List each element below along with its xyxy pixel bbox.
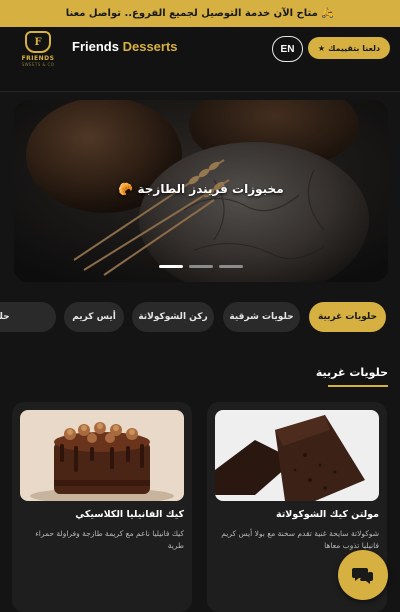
tab-eastern-sweets[interactable]: حلويات شرقية xyxy=(223,302,300,332)
announcement-text: متاح الآن خدمة التوصيل لجميع الفروع.. تو… xyxy=(65,8,318,19)
slider-dot[interactable] xyxy=(219,265,243,268)
rate-us-button[interactable]: دلعنا بتقييمك ★ xyxy=(308,37,390,59)
product-image xyxy=(20,410,184,501)
product-title: كيك الفانيليا الكلاسيكي xyxy=(75,509,184,520)
brand-name-part2: Desserts xyxy=(122,39,178,54)
tab-western-sweets[interactable]: حلويات غربية xyxy=(309,302,386,332)
croissant-icon: 🥐 xyxy=(118,182,134,196)
rate-us-label: دلعنا بتقييمك xyxy=(328,43,381,53)
logo-text: FRIENDS xyxy=(21,55,55,62)
product-image xyxy=(215,410,379,501)
language-toggle-button[interactable]: EN xyxy=(272,36,303,62)
slider-dot[interactable] xyxy=(189,265,213,268)
star-icon: ★ xyxy=(317,43,326,53)
motorcycle-icon: 🛵 xyxy=(321,8,335,19)
section-title: حلويات غربية xyxy=(315,366,388,379)
tab-ice-cream[interactable]: أيس كريم xyxy=(64,302,124,332)
site-header: F FRIENDS SWEETS & CO Friends Desserts E… xyxy=(0,27,400,92)
tab-sweets-more[interactable]: حلويات xyxy=(0,302,56,332)
announcement-bar: 🛵 متاح الآن خدمة التوصيل لجميع الفروع.. … xyxy=(0,0,400,27)
product-card[interactable]: كيك الفانيليا الكلاسيكي كيك فانيليا ناعم… xyxy=(12,402,192,612)
slider-dots xyxy=(14,265,388,268)
logo-subtext: SWEETS & CO xyxy=(21,62,55,67)
hero-title: مخبوزات فريندز الطازجة 🥐 xyxy=(14,182,388,196)
crown-icon: F xyxy=(25,31,51,53)
category-tabs: حلويات غربية حلويات شرقية ركن الشوكولاتة… xyxy=(0,302,400,334)
hero-title-text: مخبوزات فريندز الطازجة xyxy=(137,182,284,196)
tab-chocolate-corner[interactable]: ركن الشوكولاتة xyxy=(132,302,214,332)
product-description: شوكولاتة سايحة غنية تقدم سخنة مع بولا أي… xyxy=(221,529,379,550)
slider-dot[interactable] xyxy=(159,265,183,268)
hero-slider[interactable]: مخبوزات فريندز الطازجة 🥐 xyxy=(14,100,388,282)
chat-icon xyxy=(352,568,373,584)
brand-name[interactable]: Friends Desserts xyxy=(72,39,178,54)
chat-button[interactable] xyxy=(338,550,388,600)
section-title-underline xyxy=(328,385,388,387)
product-description: كيك فانيليا ناعم مع كريمة طازجة وفراولة … xyxy=(35,529,184,550)
product-title: مولتن كيك الشوكولاتة xyxy=(275,509,379,520)
brand-name-part1: Friends xyxy=(72,39,119,54)
logo[interactable]: F FRIENDS SWEETS & CO xyxy=(20,31,56,67)
